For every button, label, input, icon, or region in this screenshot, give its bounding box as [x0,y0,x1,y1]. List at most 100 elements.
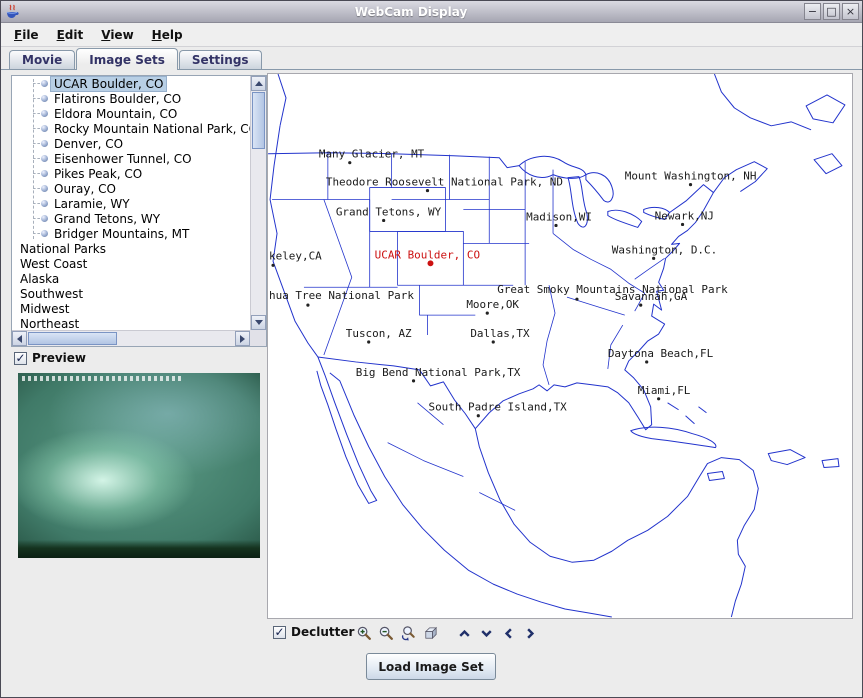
map-labels: Many Glacier, MTTheodore Roosevelt Natio… [269,148,756,418]
tree-item-denver-co[interactable]: Denver, CO [12,136,250,151]
tree-item-eisenhower-tunnel-co[interactable]: Eisenhower Tunnel, CO [12,151,250,166]
pan-down-icon [478,625,495,642]
declutter-checkbox-label: Declutter [291,625,354,639]
tree-item-laramie-wy[interactable]: Laramie, WY [12,196,250,211]
zoom-in-button[interactable] [355,623,375,643]
tree-item-west-coast[interactable]: West Coast [12,256,250,271]
scroll-down-button[interactable] [251,315,266,330]
menu-help[interactable]: Help [143,25,192,45]
load-image-set-button[interactable]: Load Image Set [366,653,496,680]
pan-left-button[interactable] [499,623,519,643]
scroll-right-button[interactable] [235,331,250,346]
tree-viewport[interactable]: UCAR Boulder, COFlatirons Boulder, COEld… [12,76,250,330]
map-label: Madison,WI [526,210,592,223]
map-label: Savannah,GA [615,290,688,303]
zoom-out-icon [378,625,395,642]
tree-item-label: Pikes Peak, CO [51,167,145,181]
scroll-left-button[interactable] [12,331,27,346]
map-label: Grand Tetons, WY [336,205,442,218]
pan-up-button[interactable] [455,623,475,643]
maximize-button[interactable]: □ [823,3,840,20]
tree-item-northeast[interactable]: Northeast [12,316,250,330]
scrollbar-corner [250,330,266,346]
tree-item-ouray-co[interactable]: Ouray, CO [12,181,250,196]
tab-image-sets[interactable]: Image Sets [76,48,178,70]
tree-leaf-icon [41,155,48,162]
pan-right-button[interactable] [521,623,541,643]
tree-item-flatirons-boulder-co[interactable]: Flatirons Boulder, CO [12,91,250,106]
map-toolbar [354,621,542,645]
title-bar[interactable]: WebCam Display −□× [1,1,862,23]
map-label: UCAR Boulder, CO [375,248,480,261]
map-marker [681,223,684,226]
tree-item-pikes-peak-co[interactable]: Pikes Peak, CO [12,166,250,181]
map-marker [486,312,489,315]
close-button[interactable]: × [842,3,859,20]
tree-item-grand-tetons-wy[interactable]: Grand Tetons, WY [12,211,250,226]
tree-item-rocky-mountain-national-park-co[interactable]: Rocky Mountain National Park, CO [12,121,250,136]
window-controls: −□× [802,3,859,20]
tree-item-eldora-mountain-co[interactable]: Eldora Mountain, CO [12,106,250,121]
tree-vertical-scrollbar[interactable] [250,76,266,330]
tree-leaf-icon [41,140,48,147]
tree-item-label: Southwest [17,287,86,301]
map-marker [639,304,642,307]
tree-item-label: Bridger Mountains, MT [51,227,192,241]
window-title: WebCam Display [20,5,802,19]
reset-view-icon [422,625,439,642]
preview-checkbox[interactable]: ✓ Preview [14,351,86,365]
tree-horizontal-scrollbar[interactable] [12,330,250,346]
declutter-checkbox[interactable]: ✓ Declutter [273,625,354,639]
map-marker [412,379,415,382]
map-marker [554,224,557,227]
horizontal-scroll-thumb[interactable] [28,332,117,345]
map-marker [652,257,655,260]
reset-view-button[interactable] [421,623,441,643]
tree-leaf-icon [41,170,48,177]
tree-leaf-icon [41,185,48,192]
tree-item-alaska[interactable]: Alaska [12,271,250,286]
tree-item-label: National Parks [17,242,109,256]
pan-left-icon [500,625,517,642]
map-marker [657,397,660,400]
tree-leaf-icon [41,95,48,102]
map-marker [575,298,578,301]
tree-item-midwest[interactable]: Midwest [12,301,250,316]
menu-view[interactable]: View [92,25,142,45]
tree-item-bridger-mountains-mt[interactable]: Bridger Mountains, MT [12,226,250,241]
map-label: Great Smoky Mountains National Park [497,283,728,296]
vertical-scroll-thumb[interactable] [252,92,265,149]
tab-settings[interactable]: Settings [179,50,262,69]
map-marker [367,340,370,343]
menu-file[interactable]: File [5,25,48,45]
map-label: Moore,OK [466,298,519,311]
tree-item-label: Eisenhower Tunnel, CO [51,152,195,166]
tree-item-national-parks[interactable]: National Parks [12,241,250,256]
map-label: Daytona Beach,FL [608,347,714,360]
map-marker [492,340,495,343]
map-label: South Padre Island,TX [428,401,567,414]
menu-edit[interactable]: Edit [48,25,93,45]
map-marker [306,304,309,307]
zoom-previous-button[interactable] [399,623,419,643]
tree-item-label: Midwest [17,302,72,316]
map-marker [348,161,351,164]
tree-item-ucar-boulder-co[interactable]: UCAR Boulder, CO [12,76,250,91]
minimize-button[interactable]: − [804,3,821,20]
tree-leaf-icon [41,110,48,117]
pan-down-button[interactable] [477,623,497,643]
scroll-up-button[interactable] [251,76,266,91]
zoom-in-icon [356,625,373,642]
map-label: Tuscon, AZ [346,327,412,340]
map-label: Big Bend National Park,TX [356,366,521,379]
zoom-out-button[interactable] [377,623,397,643]
tree-item-label: UCAR Boulder, CO [51,77,166,91]
tree-item-label: Denver, CO [51,137,126,151]
tree-leaf-icon [41,230,48,237]
map-panel[interactable]: Many Glacier, MTTheodore Roosevelt Natio… [267,73,853,619]
map-label: Mount Washington, NH [625,170,757,183]
tree-leaf-icon [41,80,48,87]
tab-movie[interactable]: Movie [9,50,75,69]
tree-item-southwest[interactable]: Southwest [12,286,250,301]
tree-item-label: Grand Tetons, WY [51,212,163,226]
